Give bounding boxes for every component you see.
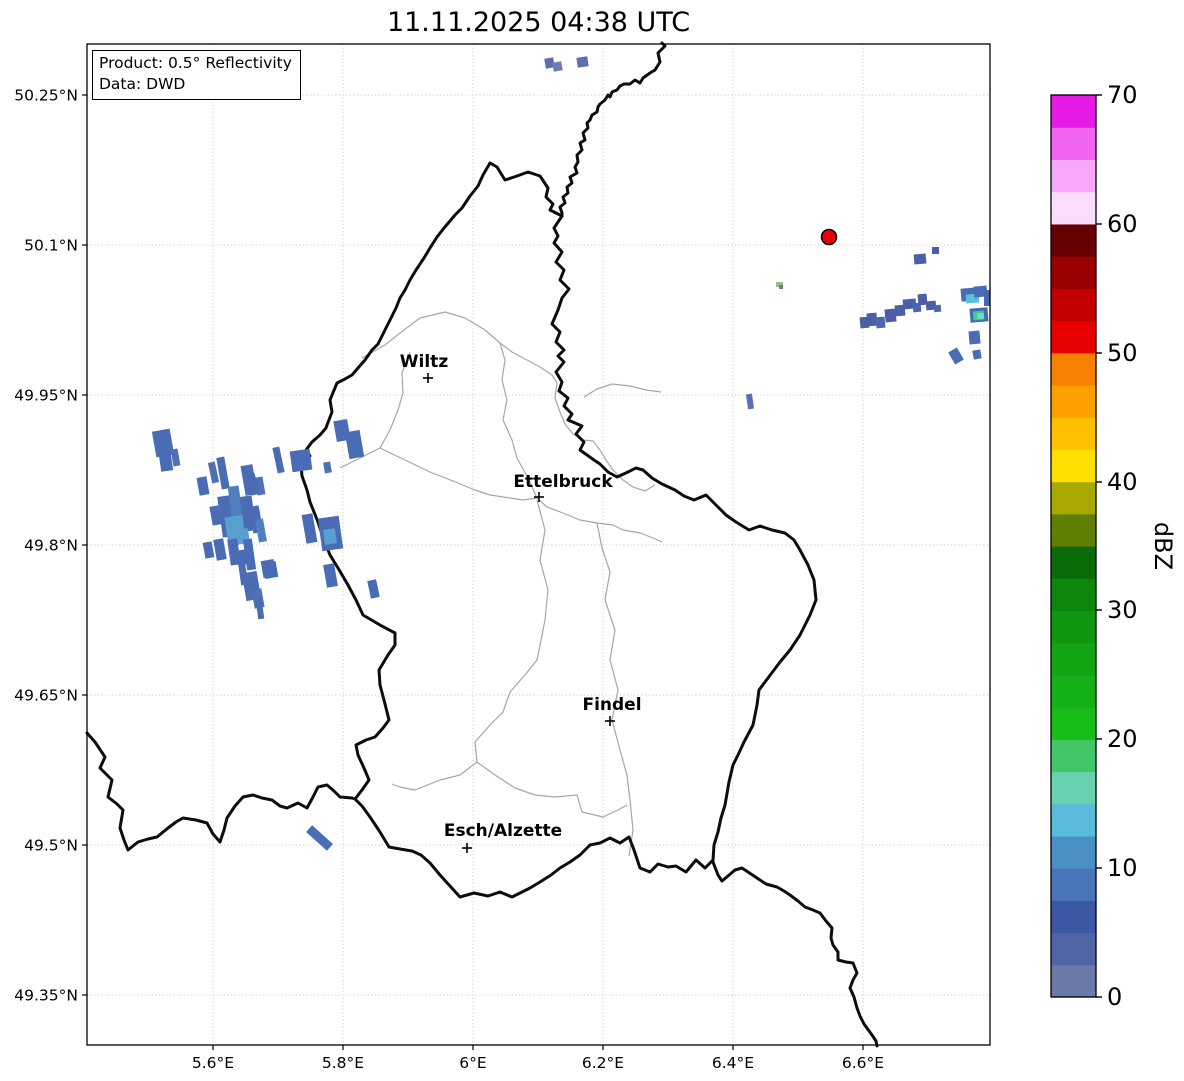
colorbar-segment bbox=[1051, 288, 1096, 322]
colorbar-segment bbox=[1051, 900, 1096, 934]
colorbar-tick-label: 40 bbox=[1107, 468, 1138, 496]
y-axis-tick-label: 49.5°N bbox=[24, 837, 78, 855]
product-info-line2: Data: DWD bbox=[99, 75, 186, 93]
colorbar-tick-label: 60 bbox=[1107, 210, 1138, 238]
national-border bbox=[711, 858, 879, 1048]
map-canvas: Wiltz Ettelbruck Findel Esch/Alzette 5.6°E 5.… bbox=[14, 41, 1138, 1072]
radar-site-marker bbox=[820, 228, 838, 246]
x-axis-tick-label: 6.2°E bbox=[582, 1054, 624, 1072]
radar-echo bbox=[913, 253, 927, 265]
colorbar-segment bbox=[1051, 191, 1096, 225]
canton-border bbox=[361, 311, 656, 492]
radar-echo bbox=[323, 461, 332, 474]
colorbar-segment bbox=[1051, 352, 1096, 386]
radar-echo bbox=[323, 528, 337, 545]
national-border bbox=[558, 41, 667, 218]
colorbar-segment bbox=[1051, 159, 1096, 193]
radar-echo bbox=[158, 453, 174, 472]
product-info-box: Product: 0.5° Reflectivity Data: DWD bbox=[92, 50, 301, 100]
colorbar-segment bbox=[1051, 964, 1096, 998]
colorbar-segment bbox=[1051, 223, 1096, 257]
radar-echo bbox=[932, 247, 939, 254]
y-axis-tick-label: 49.95°N bbox=[14, 387, 78, 405]
colorbar-tick-label: 30 bbox=[1107, 596, 1138, 624]
radar-echo bbox=[289, 448, 313, 473]
colorbar-segment bbox=[1051, 771, 1096, 805]
radar-echo bbox=[933, 304, 942, 313]
city-label: Findel bbox=[582, 695, 641, 715]
radar-echo bbox=[216, 456, 230, 490]
radar-echo bbox=[745, 393, 755, 410]
radar-echo bbox=[552, 61, 563, 72]
colorbar-tick-label: 20 bbox=[1107, 725, 1138, 753]
radar-echo bbox=[972, 349, 982, 360]
x-axis-tick-label: 6.6°E bbox=[842, 1054, 884, 1072]
x-axis-tick-label: 6°E bbox=[459, 1054, 486, 1072]
city-label: Ettelbruck bbox=[513, 472, 613, 492]
colorbar-segment bbox=[1051, 256, 1096, 289]
radar-echo bbox=[344, 429, 365, 460]
colorbar-segment bbox=[1051, 674, 1096, 708]
colorbar-tick-label: 0 bbox=[1107, 983, 1122, 1011]
colorbar-segment bbox=[1051, 127, 1096, 161]
colorbar-segment bbox=[1051, 803, 1096, 837]
y-axis-tick-label: 50.25°N bbox=[14, 87, 78, 105]
radar-echo bbox=[151, 428, 175, 458]
radar-echo bbox=[213, 538, 227, 561]
colorbar-segment bbox=[1051, 932, 1096, 966]
radar-echo bbox=[884, 308, 897, 323]
radar-echo bbox=[968, 330, 981, 345]
y-axis-tick-label: 49.65°N bbox=[14, 687, 78, 705]
canton-border bbox=[339, 447, 663, 543]
colorbar-segment bbox=[1051, 707, 1096, 740]
colorbar-tick-label: 70 bbox=[1107, 81, 1138, 109]
canton-border bbox=[391, 499, 549, 791]
product-info-line1: Product: 0.5° Reflectivity bbox=[99, 54, 292, 72]
colorbar-segment bbox=[1051, 868, 1096, 901]
canton-border bbox=[476, 761, 628, 818]
canton-border bbox=[596, 522, 634, 857]
colorbar-tick-label: 10 bbox=[1107, 854, 1138, 882]
y-axis-tick-label: 49.35°N bbox=[14, 987, 78, 1005]
luxembourg-border bbox=[299, 161, 818, 899]
colorbar-tick-label: 50 bbox=[1107, 339, 1138, 367]
x-axis-tick-label: 5.6°E bbox=[192, 1054, 234, 1072]
city-label: Wiltz bbox=[400, 352, 449, 372]
radar-echo bbox=[272, 446, 285, 474]
radar-echo bbox=[779, 285, 783, 289]
colorbar-segment bbox=[1051, 835, 1096, 869]
radar-echo bbox=[976, 312, 985, 320]
page-title: 11.11.2025 04:38 UTC bbox=[386, 7, 691, 38]
radar-echo bbox=[262, 560, 279, 580]
colorbar-segment bbox=[1051, 449, 1096, 483]
radar-echo bbox=[196, 476, 210, 496]
radar-echo bbox=[207, 461, 220, 484]
colorbar-segment bbox=[1051, 578, 1096, 612]
colorbar-segment bbox=[1051, 417, 1096, 450]
radar-echo bbox=[576, 56, 589, 68]
radar-echo bbox=[984, 290, 990, 306]
radar-echo bbox=[948, 347, 964, 365]
colorbar-segment bbox=[1051, 610, 1096, 644]
y-axis-tick-label: 50.1°N bbox=[24, 237, 78, 255]
x-axis-tick-label: 5.8°E bbox=[322, 1054, 364, 1072]
colorbar-segment bbox=[1051, 739, 1096, 773]
radar-echo bbox=[367, 579, 380, 599]
city-label: Esch/Alzette bbox=[444, 821, 562, 841]
colorbar-segment bbox=[1051, 384, 1096, 418]
radar-echo bbox=[202, 541, 215, 559]
colorbar-segment bbox=[1051, 481, 1096, 515]
colorbar-segment bbox=[1051, 513, 1096, 547]
colorbar-segment bbox=[1051, 642, 1096, 676]
radar-figure: 11.11.2025 04:38 UTC Product: 0.5° Refle… bbox=[0, 0, 1184, 1081]
x-axis-tick-label: 6.4°E bbox=[712, 1054, 754, 1072]
radar-echo bbox=[306, 825, 333, 851]
colorbar-unit-label: dBZ bbox=[1149, 521, 1177, 571]
y-axis-tick-label: 49.8°N bbox=[24, 537, 78, 555]
radar-echo bbox=[875, 316, 886, 329]
colorbar-segment bbox=[1051, 320, 1096, 354]
colorbar-segment bbox=[1051, 546, 1096, 579]
colorbar-segment bbox=[1051, 95, 1096, 128]
